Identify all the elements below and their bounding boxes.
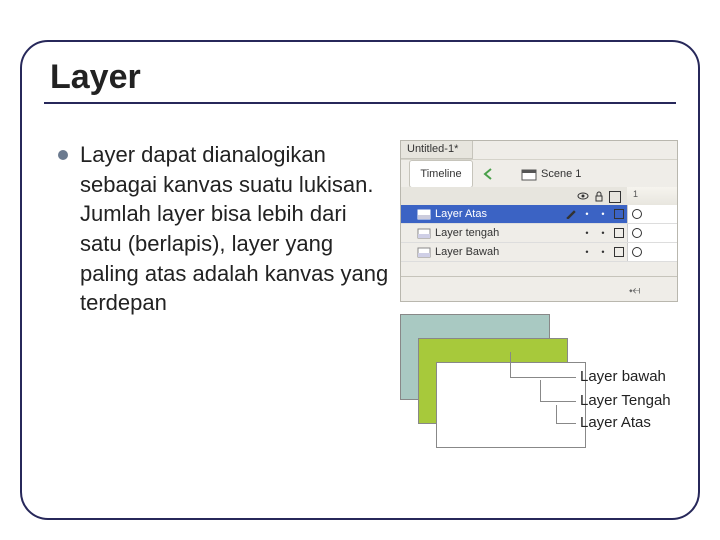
layer-name: Layer tengah: [433, 227, 563, 239]
scene-breadcrumb[interactable]: Scene 1: [521, 164, 581, 184]
stack-label-tengah: Layer Tengah: [580, 392, 671, 409]
canvas-stack-illustration: [400, 314, 590, 454]
timeline-tab[interactable]: Timeline: [409, 160, 473, 188]
body-text: Layer dapat dianalogikan sebagai kanvas …: [80, 140, 390, 318]
keyframe-icon: [632, 247, 642, 257]
stack-label-bawah: Layer bawah: [580, 368, 666, 385]
layer-list: Layer Atas • • Layer tengah • • La: [401, 205, 677, 262]
layer-name: Layer Bawah: [433, 246, 563, 258]
layer-icon: [415, 227, 433, 239]
pencil-icon: [563, 209, 579, 219]
leader-line: [510, 352, 511, 377]
outline-color[interactable]: [611, 228, 627, 238]
visibility-dot[interactable]: •: [579, 209, 595, 219]
leader-line: [540, 401, 576, 402]
leader-line: [540, 380, 541, 401]
layer-row-atas[interactable]: Layer Atas • •: [401, 205, 677, 224]
layer-icon: [415, 208, 433, 220]
lock-dot[interactable]: •: [595, 209, 611, 219]
scene-icon: [521, 167, 537, 181]
layer-row-bawah[interactable]: Layer Bawah • •: [401, 243, 677, 262]
leader-line: [556, 405, 557, 423]
visibility-dot[interactable]: •: [579, 247, 595, 257]
flash-timeline-panel: Untitled-1* Timeline Scene 1 1 Layer Ata…: [400, 140, 678, 302]
layer-row-tengah[interactable]: Layer tengah • •: [401, 224, 677, 243]
bullet-icon: [58, 150, 68, 160]
keyframe-icon: [632, 209, 642, 219]
back-arrow-icon[interactable]: [481, 166, 497, 182]
lock-dot[interactable]: •: [595, 228, 611, 238]
outline-color[interactable]: [611, 247, 627, 257]
canvas-top: [436, 362, 586, 448]
visibility-dot[interactable]: •: [579, 228, 595, 238]
lock-icon[interactable]: [593, 190, 605, 202]
frame-track[interactable]: [627, 205, 677, 223]
document-tab[interactable]: Untitled-1*: [401, 141, 473, 159]
frame-track[interactable]: [627, 224, 677, 242]
layer-icon: [415, 246, 433, 258]
layer-header: 1: [401, 187, 677, 206]
slide-title: Layer: [50, 58, 141, 97]
frame-track[interactable]: [627, 243, 677, 261]
outline-toggle-icon[interactable]: [609, 191, 621, 203]
scene-label: Scene 1: [541, 168, 581, 180]
leader-line: [556, 423, 576, 424]
track-end-icon: ⤟: [629, 281, 640, 298]
stack-label-atas: Layer Atas: [580, 414, 651, 431]
layer-name: Layer Atas: [433, 208, 563, 220]
outline-color[interactable]: [611, 209, 627, 219]
leader-line: [510, 377, 576, 378]
slide: Layer Layer dapat dianalogikan sebagai k…: [0, 0, 720, 540]
title-underline: [44, 102, 676, 104]
keyframe-icon: [632, 228, 642, 238]
eye-icon[interactable]: [577, 190, 589, 202]
lock-dot[interactable]: •: [595, 247, 611, 257]
frame-number-1: 1: [633, 189, 638, 199]
timeline-header-row: Timeline Scene 1: [401, 159, 677, 189]
panel-footer: ⤟: [401, 276, 677, 301]
